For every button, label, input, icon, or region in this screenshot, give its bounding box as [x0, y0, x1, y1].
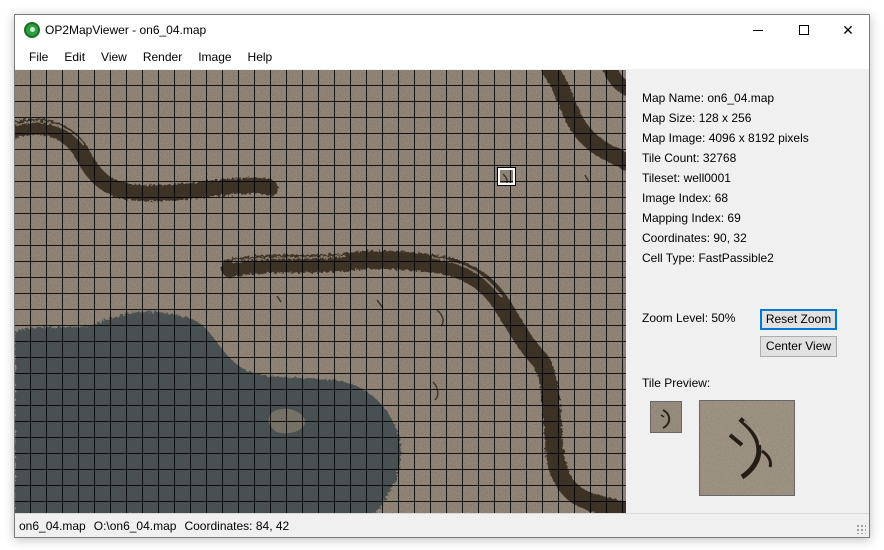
map-size-label: Map Size: 128 x 256	[642, 111, 752, 125]
center-view-button[interactable]: Center View	[760, 336, 837, 357]
tile-count-label: Tile Count: 32768	[642, 151, 737, 165]
map-viewport[interactable]	[15, 70, 626, 514]
tile-preview-small-image	[651, 402, 681, 432]
tile-preview-label: Tile Preview:	[642, 376, 711, 390]
window-title: OP2MapViewer - on6_04.map	[45, 23, 207, 37]
map-image-label: Map Image: 4096 x 8192 pixels	[642, 131, 809, 145]
title-bar[interactable]: OP2MapViewer - on6_04.map ✕	[15, 15, 869, 45]
close-button[interactable]: ✕	[825, 15, 869, 45]
maximize-button[interactable]	[781, 15, 827, 45]
cell-type-label: Cell Type: FastPassible2	[642, 251, 774, 265]
menu-file[interactable]: File	[21, 45, 56, 69]
tileset-label: Tileset: well0001	[642, 171, 731, 185]
zoom-level-label: Zoom Level: 50%	[642, 311, 736, 325]
tile-preview-small	[650, 401, 682, 433]
status-file-name: on6_04.map	[19, 518, 86, 533]
menu-bar: File Edit View Render Image Help	[15, 45, 869, 69]
mapping-index-label: Mapping Index: 69	[642, 211, 741, 225]
image-index-label: Image Index: 68	[642, 191, 729, 205]
tile-preview-large-image	[700, 401, 794, 495]
minimize-icon	[753, 29, 763, 31]
minimize-button[interactable]	[735, 15, 781, 45]
close-icon: ✕	[842, 21, 854, 38]
map-name-label: Map Name: on6_04.map	[642, 91, 775, 105]
tile-preview-large	[699, 400, 795, 496]
app-window: OP2MapViewer - on6_04.map ✕ File Edit Vi…	[14, 14, 870, 538]
status-bar: on6_04.map O:\on6_04.map Coordinates: 84…	[15, 513, 869, 537]
menu-render[interactable]: Render	[135, 45, 190, 69]
app-globe-icon	[24, 22, 40, 38]
reset-zoom-button[interactable]: Reset Zoom	[760, 309, 837, 330]
status-coordinates: Coordinates: 84, 42	[184, 518, 290, 533]
status-file-path: O:\on6_04.map	[93, 518, 177, 533]
menu-help[interactable]: Help	[240, 45, 281, 69]
menu-edit[interactable]: Edit	[56, 45, 93, 69]
menu-image[interactable]: Image	[190, 45, 239, 69]
menu-view[interactable]: View	[93, 45, 135, 69]
coordinates-label: Coordinates: 90, 32	[642, 231, 747, 245]
resize-grip-icon[interactable]	[856, 524, 866, 534]
maximize-icon	[799, 25, 809, 35]
tile-selection-cursor	[498, 168, 515, 185]
map-grid	[15, 70, 626, 514]
